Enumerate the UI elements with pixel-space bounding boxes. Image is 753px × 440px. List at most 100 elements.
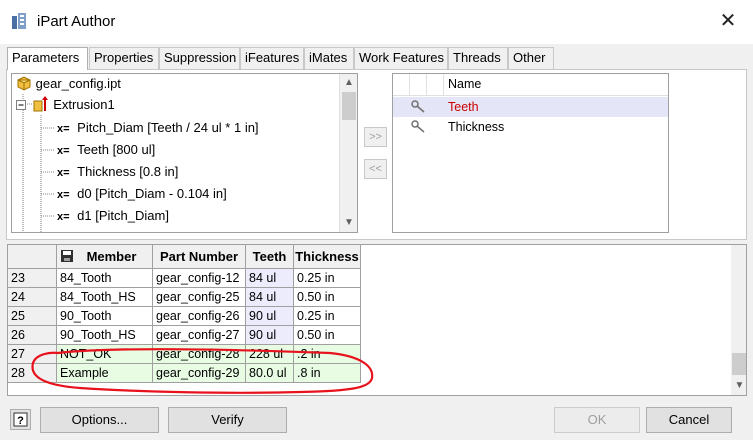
keys-header-cell <box>410 74 427 96</box>
tree-param-item[interactable]: x= d0 [Pitch_Diam - 0.104 in] <box>57 184 227 204</box>
member-cell[interactable]: NOT_OK <box>57 345 153 364</box>
part-number-cell[interactable]: gear_config-29 <box>153 364 246 383</box>
key-icon <box>411 120 425 133</box>
part-number-cell[interactable]: gear_config-27 <box>153 326 246 345</box>
table-scrollbar[interactable]: ▼ <box>731 245 746 395</box>
tree-param-label: d0 [Pitch_Diam - 0.104 in] <box>77 186 227 201</box>
part-number-cell[interactable]: gear_config-25 <box>153 288 246 307</box>
teeth-cell[interactable]: 90 ul <box>246 307 294 326</box>
member-table[interactable]: Member Part Number Teeth Thickness 23 84… <box>7 244 747 396</box>
part-number-cell[interactable]: gear_config-28 <box>153 345 246 364</box>
member-cell[interactable]: 90_Tooth_HS <box>57 326 153 345</box>
corner-cell <box>8 245 57 269</box>
member-cell[interactable]: 90_Tooth <box>57 307 153 326</box>
tree-root-label: gear_config.ipt <box>35 76 121 91</box>
key-icon <box>411 100 425 113</box>
tab-threads[interactable]: Threads <box>448 47 508 69</box>
member-cell[interactable]: Example <box>57 364 153 383</box>
tree-scroll-thumb[interactable] <box>342 92 356 120</box>
close-icon[interactable]: ✕ <box>717 10 739 32</box>
key-item-thickness[interactable]: Thickness <box>393 117 668 137</box>
scroll-up-icon[interactable]: ▲ <box>340 74 357 92</box>
tree-feature-item[interactable]: Extrusion1 <box>16 95 115 115</box>
key-item-teeth[interactable]: Teeth <box>393 97 668 117</box>
column-header[interactable]: Part Number <box>153 245 246 269</box>
scroll-down-icon[interactable]: ▼ <box>340 214 357 232</box>
tree-scrollbar[interactable]: ▲ ▼ <box>339 74 357 232</box>
scroll-down-icon[interactable]: ▼ <box>731 377 746 395</box>
tab-other[interactable]: Other <box>508 47 554 69</box>
parameter-icon: x= <box>57 123 70 135</box>
keys-name-header: Name <box>448 77 482 91</box>
title-bar: iPart Author ✕ <box>0 0 753 44</box>
parameter-icon: x= <box>57 145 70 157</box>
parameter-icon: x= <box>57 211 70 223</box>
tab-ifeatures[interactable]: iFeatures <box>240 47 304 69</box>
add-key-button[interactable]: >> <box>364 127 387 147</box>
row-number[interactable]: 27 <box>8 345 57 364</box>
thickness-cell[interactable]: .8 in <box>294 364 361 383</box>
window-title: iPart Author <box>37 13 116 30</box>
parameter-icon: x= <box>57 167 70 179</box>
keys-list[interactable]: Name Teeth Thickness <box>392 73 669 233</box>
tree-root-item[interactable]: gear_config.ipt <box>16 74 121 94</box>
remove-key-button[interactable]: << <box>364 159 387 179</box>
column-header[interactable]: Member <box>57 245 153 269</box>
thickness-cell[interactable]: .2 in <box>294 345 361 364</box>
tree-feature-label: Extrusion1 <box>53 97 115 112</box>
collapse-icon[interactable] <box>16 100 27 111</box>
teeth-cell[interactable]: 90 ul <box>246 326 294 345</box>
tab-suppression[interactable]: Suppression <box>159 47 240 69</box>
keys-header-cell <box>393 74 410 96</box>
tree-param-label: Teeth [800 ul] <box>77 142 156 157</box>
save-icon <box>61 250 73 262</box>
row-number[interactable]: 26 <box>8 326 57 345</box>
tree-param-item[interactable]: x= Teeth [800 ul] <box>57 140 155 160</box>
row-number[interactable]: 23 <box>8 269 57 288</box>
part-number-cell[interactable]: gear_config-12 <box>153 269 246 288</box>
tree-param-item[interactable]: x= Thickness [0.8 in] <box>57 162 178 182</box>
options-button[interactable]: Options... <box>40 407 159 433</box>
verify-button[interactable]: Verify <box>168 407 287 433</box>
tab-parameters[interactable]: Parameters <box>7 47 88 70</box>
column-header-label: Member <box>86 249 137 264</box>
teeth-cell[interactable]: 84 ul <box>246 288 294 307</box>
thickness-cell[interactable]: 0.50 in <box>294 288 361 307</box>
ok-button[interactable]: OK <box>554 407 640 433</box>
tree-param-item[interactable]: x= Pitch_Diam [Teeth / 24 ul * 1 in] <box>57 118 259 138</box>
part-number-cell[interactable]: gear_config-26 <box>153 307 246 326</box>
key-label: Thickness <box>448 120 505 134</box>
cancel-button[interactable]: Cancel <box>646 407 732 433</box>
row-number[interactable]: 25 <box>8 307 57 326</box>
table-scroll-thumb[interactable] <box>732 353 746 375</box>
row-number[interactable]: 28 <box>8 364 57 383</box>
member-cell[interactable]: 84_Tooth <box>57 269 153 288</box>
column-header[interactable]: Thickness <box>294 245 361 269</box>
tree-param-label: d1 [Pitch_Diam] <box>77 208 169 223</box>
column-header[interactable]: Teeth <box>246 245 294 269</box>
extrusion-icon <box>33 96 48 112</box>
tab-properties[interactable]: Properties <box>89 47 159 69</box>
part-file-icon <box>17 76 31 91</box>
key-label: Teeth <box>448 100 479 114</box>
help-button[interactable]: ? <box>10 409 31 430</box>
member-cell[interactable]: 84_Tooth_HS <box>57 288 153 307</box>
tree-param-label: Thickness [0.8 in] <box>77 164 179 179</box>
keys-header: Name <box>393 74 668 96</box>
tree-param-item[interactable]: x= d1 [Pitch_Diam] <box>57 206 169 226</box>
teeth-cell[interactable]: 228 ul <box>246 345 294 364</box>
svg-text:?: ? <box>17 415 24 427</box>
tree-param-label: Pitch_Diam [Teeth / 24 ul * 1 in] <box>77 120 259 135</box>
parameter-tree[interactable]: gear_config.ipt Extrusion1 x= Pitch_Diam… <box>11 73 358 233</box>
tab-imates[interactable]: iMates <box>304 47 354 69</box>
row-number[interactable]: 24 <box>8 288 57 307</box>
ipart-app-icon <box>12 13 26 29</box>
parameter-icon: x= <box>57 189 70 201</box>
tab-work-features[interactable]: Work Features <box>354 47 448 69</box>
teeth-cell[interactable]: 80.0 ul <box>246 364 294 383</box>
thickness-cell[interactable]: 0.25 in <box>294 307 361 326</box>
thickness-cell[interactable]: 0.25 in <box>294 269 361 288</box>
keys-header-cell <box>427 74 444 96</box>
teeth-cell[interactable]: 84 ul <box>246 269 294 288</box>
thickness-cell[interactable]: 0.50 in <box>294 326 361 345</box>
